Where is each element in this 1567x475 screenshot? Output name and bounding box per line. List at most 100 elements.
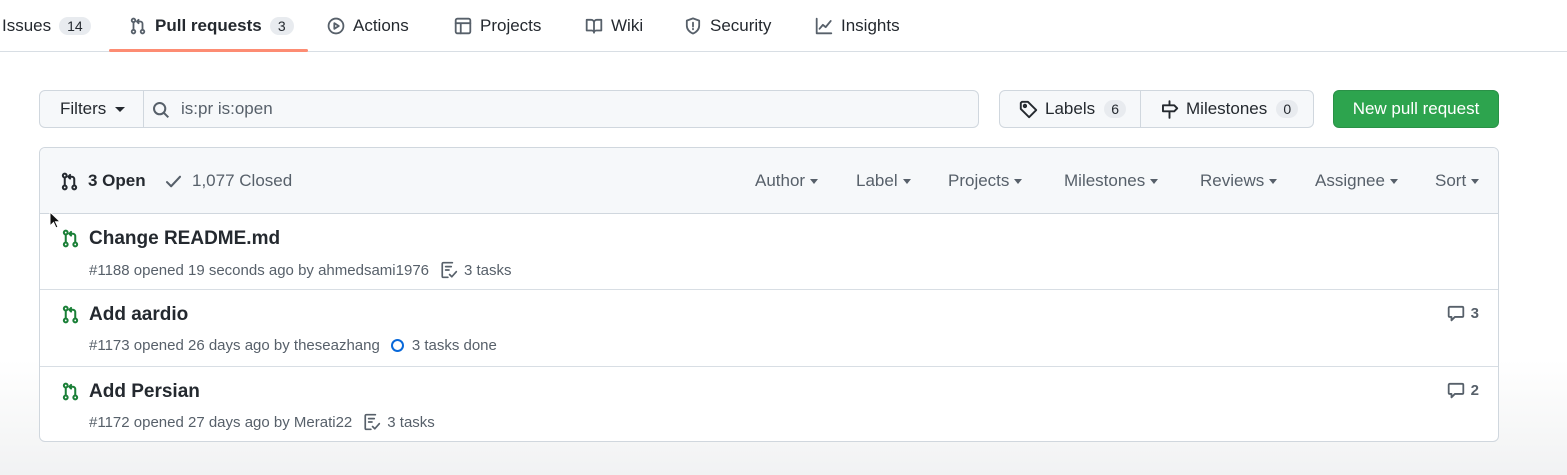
git-pull-request-icon (130, 17, 146, 35)
tab-wiki-label: Wiki (611, 16, 644, 35)
reviews-filter-label: Reviews (1200, 171, 1265, 190)
comment-icon (1447, 382, 1464, 399)
pull-request-row: Change README.md #1188 opened 19 seconds… (40, 214, 1498, 290)
tab-actions-label: Actions (353, 16, 409, 35)
pull-request-title[interactable]: Add Persian (89, 381, 200, 403)
pull-request-meta: #1172 opened 27 days ago by Merati22 3 t… (89, 413, 435, 431)
milestones-button[interactable]: Milestones 0 (1140, 90, 1314, 128)
labels-label: Labels (1045, 99, 1096, 118)
tab-insights[interactable]: Insights (815, 0, 900, 52)
milestones-label: Milestones (1186, 99, 1268, 118)
labels-button[interactable]: Labels 6 (999, 90, 1141, 128)
pull-request-row: Add aardio #1173 opened 26 days ago by t… (40, 290, 1498, 367)
check-icon (165, 175, 182, 187)
pull-requests-counter: 3 (269, 17, 294, 35)
comment-count: 3 (1470, 304, 1479, 322)
chevron-down-icon (1269, 178, 1278, 184)
table-icon (454, 17, 472, 35)
git-pull-request-icon (62, 229, 79, 248)
chevron-down-icon (1150, 178, 1159, 184)
milestones-counter: 0 (1276, 100, 1299, 118)
closed-filter[interactable]: 1,077 Closed (164, 148, 292, 214)
pull-request-meta: #1188 opened 19 seconds ago by ahmedsami… (89, 261, 512, 279)
checklist-icon (364, 413, 381, 431)
open-count-label: 3 Open (88, 171, 146, 190)
tag-icon (1019, 100, 1038, 118)
closed-count-label: 1,077 Closed (192, 171, 293, 190)
tab-wiki[interactable]: Wiki (585, 0, 643, 52)
author-filter-label: Author (755, 171, 806, 190)
search-icon (153, 102, 170, 119)
filters-button[interactable]: Filters (39, 90, 144, 128)
milestone-icon (1162, 99, 1179, 119)
author-link[interactable]: Merati22 (294, 414, 352, 431)
projects-filter[interactable]: Projects (948, 148, 1023, 214)
graph-icon (815, 17, 833, 35)
search-box (143, 90, 979, 128)
author-link[interactable]: ahmedsami1976 (318, 262, 429, 279)
tab-projects[interactable]: Projects (454, 0, 541, 52)
chevron-down-icon (115, 106, 126, 112)
git-pull-request-icon (62, 305, 79, 324)
projects-filter-label: Projects (948, 171, 1010, 190)
task-status[interactable]: 3 tasks (363, 413, 435, 431)
labels-counter: 6 (1104, 100, 1127, 118)
reviews-filter[interactable]: Reviews (1200, 148, 1278, 214)
repo-nav: Issues 14 Pull requests 3 Actions Projec… (0, 0, 1567, 52)
search-input[interactable] (181, 91, 971, 127)
assignee-filter[interactable]: Assignee (1315, 148, 1398, 214)
checklist-icon (441, 261, 458, 279)
milestones-filter[interactable]: Milestones (1064, 148, 1159, 214)
sort-filter-label: Sort (1435, 171, 1467, 190)
assignee-filter-label: Assignee (1315, 171, 1385, 190)
task-status-label: 3 tasks (387, 413, 435, 431)
pull-request-row: Add Persian #1172 opened 27 days ago by … (40, 367, 1498, 441)
tab-insights-label: Insights (841, 16, 900, 35)
pull-request-opened-text: #1172 opened 27 days ago by (89, 413, 290, 431)
author-link[interactable]: theseazhang (294, 337, 380, 354)
tab-issues[interactable]: Issues 14 (2, 0, 91, 52)
author-filter[interactable]: Author (755, 148, 819, 214)
filters-label: Filters (60, 99, 107, 118)
issues-counter: 14 (59, 17, 91, 35)
task-status[interactable]: 3 tasks (440, 261, 512, 279)
chevron-down-icon (1389, 178, 1398, 184)
comment-icon (1447, 305, 1464, 322)
tab-actions[interactable]: Actions (327, 0, 409, 52)
list-header: 3 Open 1,077 Closed Author Label Project… (40, 148, 1498, 214)
task-status[interactable]: 3 tasks done (390, 337, 497, 354)
milestones-filter-label: Milestones (1064, 171, 1146, 190)
pull-request-list: 3 Open 1,077 Closed Author Label Project… (39, 147, 1499, 442)
pull-request-title[interactable]: Add aardio (89, 304, 188, 326)
label-filter[interactable]: Label (856, 148, 911, 214)
pull-request-opened-text: #1173 opened 26 days ago by (89, 337, 290, 354)
tab-security-label: Security (710, 16, 772, 35)
comments-link[interactable]: 3 (1447, 304, 1479, 322)
tab-security[interactable]: Security (684, 0, 771, 52)
new-pull-request-button[interactable]: New pull request (1333, 90, 1499, 128)
task-status-label: 3 tasks (464, 261, 512, 279)
mouse-cursor-icon (49, 211, 61, 229)
play-icon (327, 17, 345, 35)
tab-projects-label: Projects (480, 16, 542, 35)
book-icon (585, 18, 603, 34)
chevron-down-icon (1014, 178, 1023, 184)
git-pull-request-icon (61, 172, 78, 190)
sort-filter[interactable]: Sort (1435, 148, 1480, 214)
label-filter-label: Label (856, 171, 898, 190)
pull-request-opened-text: #1188 opened 19 seconds ago by (89, 261, 314, 279)
chevron-down-icon (902, 178, 911, 184)
comment-count: 2 (1470, 381, 1479, 399)
chevron-down-icon (810, 178, 819, 184)
tab-pull-requests-label: Pull requests (155, 16, 262, 35)
tab-issues-label: Issues (2, 16, 52, 35)
shield-icon (685, 17, 701, 35)
progress-ring-icon (390, 339, 404, 352)
comments-link[interactable]: 2 (1447, 381, 1479, 399)
chevron-down-icon (1471, 178, 1480, 184)
open-filter[interactable]: 3 Open (60, 148, 146, 214)
pull-request-title[interactable]: Change README.md (89, 228, 280, 250)
pull-request-meta: #1173 opened 26 days ago by theseazhang … (89, 337, 497, 354)
tab-pull-requests[interactable]: Pull requests 3 (129, 0, 294, 52)
git-pull-request-icon (62, 382, 79, 401)
